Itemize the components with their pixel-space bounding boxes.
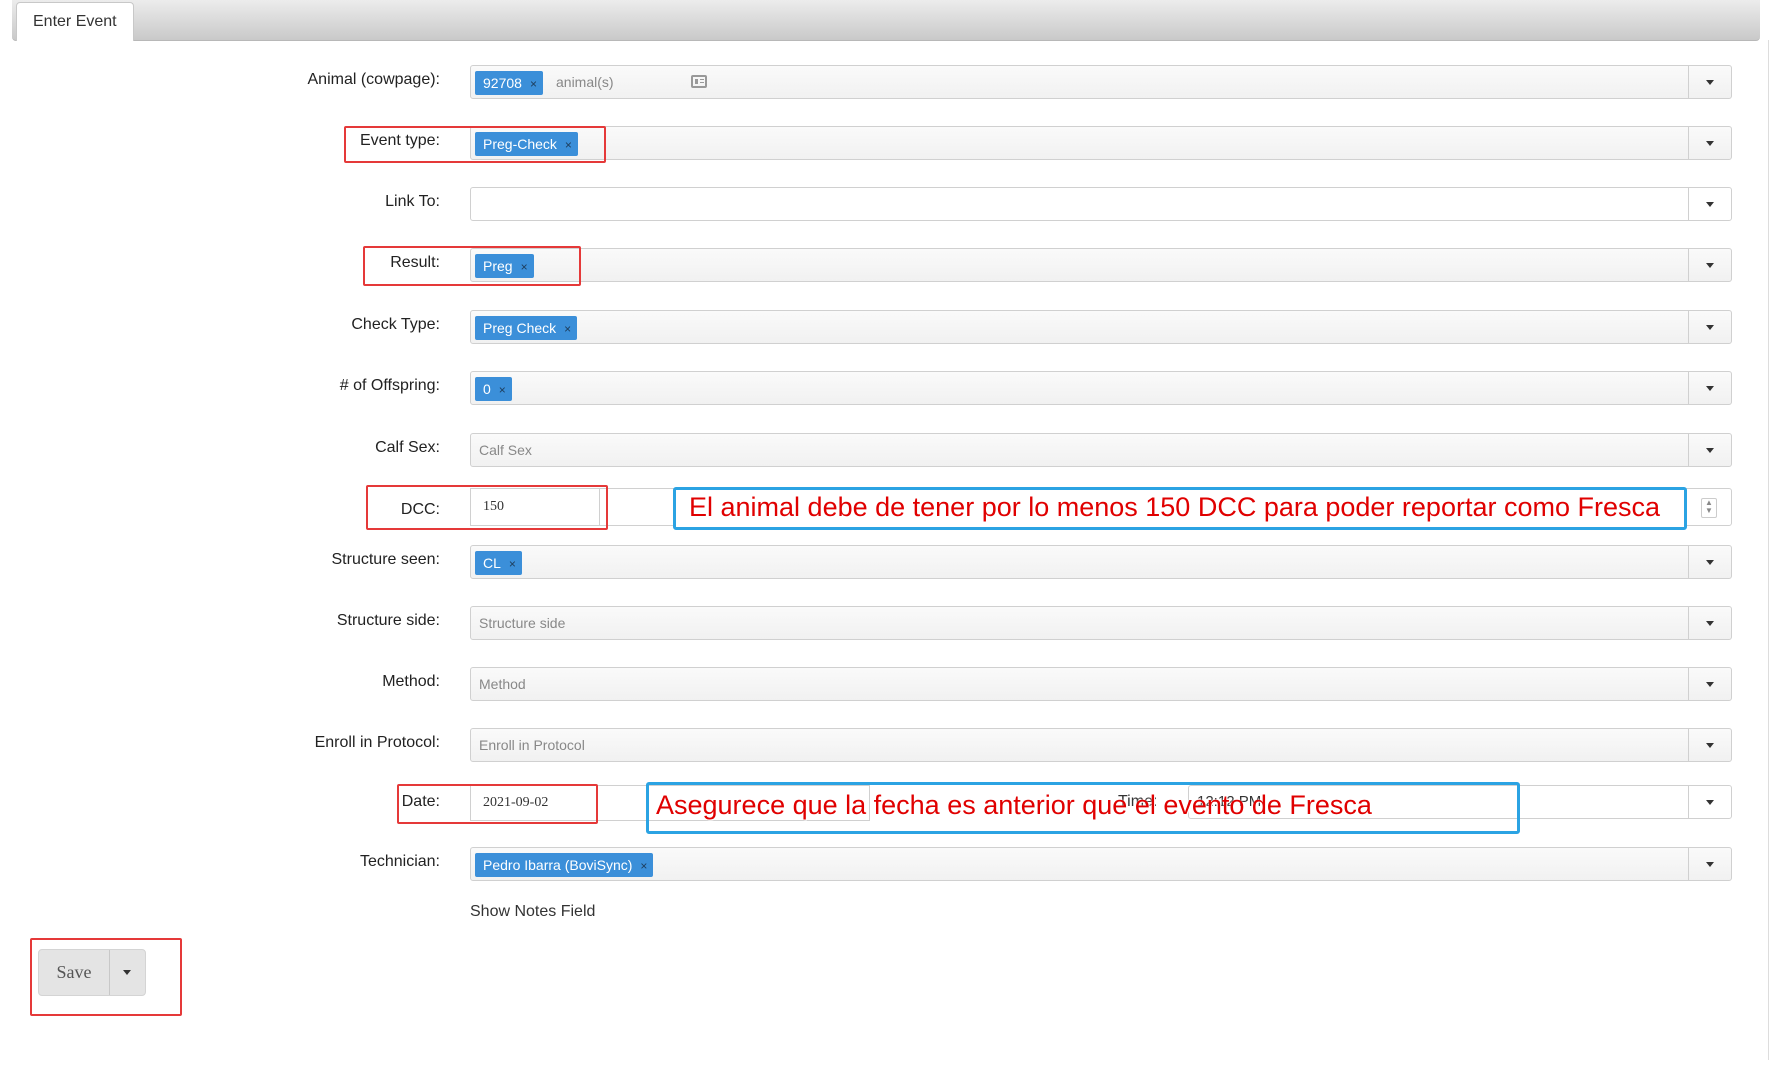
structure-seen-label: Structure seen: bbox=[331, 551, 441, 568]
tab-enter-event[interactable]: Enter Event bbox=[16, 2, 134, 41]
offspring-row: # of Offspring: 0 × bbox=[0, 371, 1777, 407]
number-spinner[interactable]: ▲ ▼ bbox=[1701, 498, 1717, 518]
calf-sex-placeholder: Calf Sex bbox=[479, 442, 532, 458]
check-type-label: Check Type: bbox=[351, 316, 440, 333]
structure-seen-select[interactable]: CL × bbox=[470, 545, 1732, 579]
show-notes-link[interactable]: Show Notes Field bbox=[470, 903, 595, 921]
remove-icon[interactable]: × bbox=[509, 557, 516, 571]
result-select[interactable]: Preg × bbox=[470, 248, 1732, 282]
offspring-select[interactable]: 0 × bbox=[470, 371, 1732, 405]
method-label: Method: bbox=[382, 673, 440, 690]
enroll-label: Enroll in Protocol: bbox=[314, 734, 440, 751]
structure-side-placeholder: Structure side bbox=[479, 615, 566, 631]
highlight-dcc bbox=[366, 485, 608, 530]
highlight-event-type bbox=[344, 126, 606, 163]
chevron-down-icon[interactable] bbox=[1688, 372, 1731, 404]
technician-select[interactable]: Pedro Ibarra (BoviSync) × bbox=[470, 847, 1732, 881]
offspring-chip[interactable]: 0 × bbox=[475, 377, 512, 401]
check-type-select[interactable]: Preg Check × bbox=[470, 310, 1732, 344]
remove-icon[interactable]: × bbox=[499, 383, 506, 397]
animal-chip[interactable]: 92708 × bbox=[475, 71, 543, 95]
structure-side-select[interactable]: Structure side bbox=[470, 606, 1732, 640]
chevron-down-icon[interactable] bbox=[1688, 607, 1731, 639]
dcc-annotation: El animal debe de tener por lo menos 150… bbox=[689, 492, 1660, 522]
chevron-down-icon[interactable]: ▼ bbox=[1702, 507, 1716, 515]
result-row: Result: Preg × bbox=[0, 248, 1777, 284]
remove-icon[interactable]: × bbox=[640, 859, 647, 873]
structure-seen-row: Structure seen: CL × bbox=[0, 545, 1777, 581]
highlight-date bbox=[397, 784, 598, 824]
technician-row: Technician: Pedro Ibarra (BoviSync) × bbox=[0, 847, 1777, 883]
chevron-down-icon[interactable] bbox=[1688, 66, 1731, 98]
highlight-save bbox=[30, 938, 182, 1016]
link-to-select[interactable] bbox=[470, 187, 1732, 221]
tab-bar: Enter Event bbox=[12, 0, 1760, 41]
event-type-row: Event type: Preg-Check × bbox=[0, 126, 1777, 162]
card-list-icon[interactable] bbox=[691, 75, 707, 88]
remove-icon[interactable]: × bbox=[530, 77, 537, 91]
calf-sex-label: Calf Sex: bbox=[375, 439, 440, 456]
animal-placeholder: animal(s) bbox=[556, 74, 614, 90]
structure-side-row: Structure side: Structure side bbox=[0, 606, 1777, 642]
chevron-down-icon[interactable] bbox=[1688, 546, 1731, 578]
chevron-down-icon[interactable] bbox=[1688, 249, 1731, 281]
enroll-select[interactable]: Enroll in Protocol bbox=[470, 728, 1732, 762]
enroll-row: Enroll in Protocol: Enroll in Protocol bbox=[0, 728, 1777, 764]
chevron-down-icon[interactable] bbox=[1688, 127, 1731, 159]
chevron-down-icon[interactable] bbox=[1688, 434, 1731, 466]
date-annotation: Asegurece que la fecha es anterior que e… bbox=[656, 790, 1372, 820]
enroll-placeholder: Enroll in Protocol bbox=[479, 737, 585, 753]
chevron-down-icon[interactable] bbox=[1688, 188, 1731, 220]
method-row: Method: Method bbox=[0, 667, 1777, 703]
technician-chip[interactable]: Pedro Ibarra (BoviSync) × bbox=[475, 853, 654, 877]
check-type-row: Check Type: Preg Check × bbox=[0, 310, 1777, 346]
animal-label: Animal (cowpage): bbox=[307, 71, 441, 88]
structure-seen-chip[interactable]: CL × bbox=[475, 551, 522, 575]
animal-select[interactable]: 92708 × animal(s) bbox=[470, 65, 1732, 99]
calf-sex-row: Calf Sex: Calf Sex bbox=[0, 433, 1777, 469]
event-type-select[interactable]: Preg-Check × bbox=[470, 126, 1732, 160]
check-type-chip[interactable]: Preg Check × bbox=[475, 316, 578, 340]
chevron-down-icon[interactable] bbox=[1688, 786, 1731, 818]
technician-label: Technician: bbox=[359, 853, 440, 870]
chevron-down-icon[interactable] bbox=[1688, 668, 1731, 700]
chevron-down-icon[interactable] bbox=[1688, 311, 1731, 343]
animal-row: Animal (cowpage): 92708 × animal(s) bbox=[0, 65, 1777, 101]
link-to-row: Link To: bbox=[0, 187, 1777, 223]
offspring-label: # of Offspring: bbox=[339, 377, 440, 394]
structure-side-label: Structure side: bbox=[336, 612, 440, 629]
method-select[interactable]: Method bbox=[470, 667, 1732, 701]
highlight-result bbox=[363, 246, 581, 286]
link-to-label: Link To: bbox=[385, 193, 440, 210]
remove-icon[interactable]: × bbox=[564, 322, 571, 336]
calf-sex-select[interactable]: Calf Sex bbox=[470, 433, 1732, 467]
method-placeholder: Method bbox=[479, 676, 526, 692]
chevron-down-icon[interactable] bbox=[1688, 848, 1731, 880]
chevron-down-icon[interactable] bbox=[1688, 729, 1731, 761]
